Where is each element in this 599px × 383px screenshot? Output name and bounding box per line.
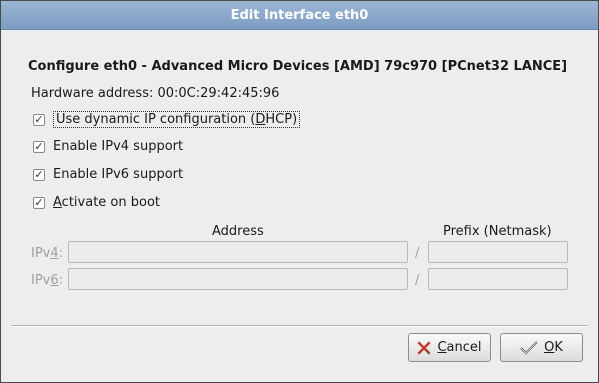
hardware-address: Hardware address: 00:0C:29:42:45:96 (31, 86, 280, 101)
edit-interface-dialog: Edit Interface eth0 Configure eth0 - Adv… (0, 0, 599, 383)
address-column-header: Address (212, 224, 264, 239)
ok-label: OK (544, 340, 563, 355)
activate-on-boot-checkbox[interactable]: ✓ (33, 196, 45, 209)
dialog-title: Edit Interface eth0 (230, 7, 369, 23)
ipv6-support-checkbox[interactable]: ✓ (33, 168, 45, 181)
checkmark-icon: ✓ (34, 196, 44, 209)
ok-button[interactable]: OK (500, 333, 583, 362)
prefix-column-header: Prefix (Netmask) (443, 224, 552, 239)
activate-on-boot-label[interactable]: Activate on boot (53, 195, 160, 210)
checkmark-icon: ✓ (34, 113, 44, 126)
ipv4-row-label: IPv4: (31, 246, 64, 261)
ipv6-support-label[interactable]: Enable IPv6 support (53, 167, 183, 182)
ipv6-slash: / (415, 273, 420, 288)
checkmark-icon: ✓ (34, 140, 44, 153)
checkmark-icon (520, 340, 538, 355)
dhcp-checkbox-row[interactable]: ✓ Use dynamic IP configuration (DHCP) (33, 111, 301, 128)
cancel-button[interactable]: Cancel (408, 333, 491, 362)
ipv4-address-field[interactable] (68, 241, 408, 263)
dhcp-label[interactable]: Use dynamic IP configuration (DHCP) (53, 111, 301, 128)
ipv6-prefix-field[interactable] (428, 268, 568, 290)
ipv6-row-label: IPv6: (31, 273, 64, 288)
dialog-titlebar[interactable]: Edit Interface eth0 (1, 1, 598, 30)
ipv4-support-checkbox[interactable]: ✓ (33, 140, 45, 153)
cancel-x-icon (417, 341, 431, 355)
ipv6-support-checkbox-row[interactable]: ✓ Enable IPv6 support (33, 167, 183, 182)
ipv4-prefix-field[interactable] (428, 241, 568, 263)
ipv4-support-checkbox-row[interactable]: ✓ Enable IPv4 support (33, 139, 183, 154)
configure-heading: Configure eth0 - Advanced Micro Devices … (28, 59, 568, 74)
checkmark-icon: ✓ (34, 168, 44, 181)
ipv4-support-label[interactable]: Enable IPv4 support (53, 139, 183, 154)
button-separator (11, 325, 588, 327)
dhcp-checkbox[interactable]: ✓ (33, 113, 45, 126)
activate-on-boot-checkbox-row[interactable]: ✓ Activate on boot (33, 195, 160, 210)
ipv4-slash: / (415, 246, 420, 261)
ipv6-address-field[interactable] (68, 268, 408, 290)
cancel-label: Cancel (437, 340, 482, 355)
